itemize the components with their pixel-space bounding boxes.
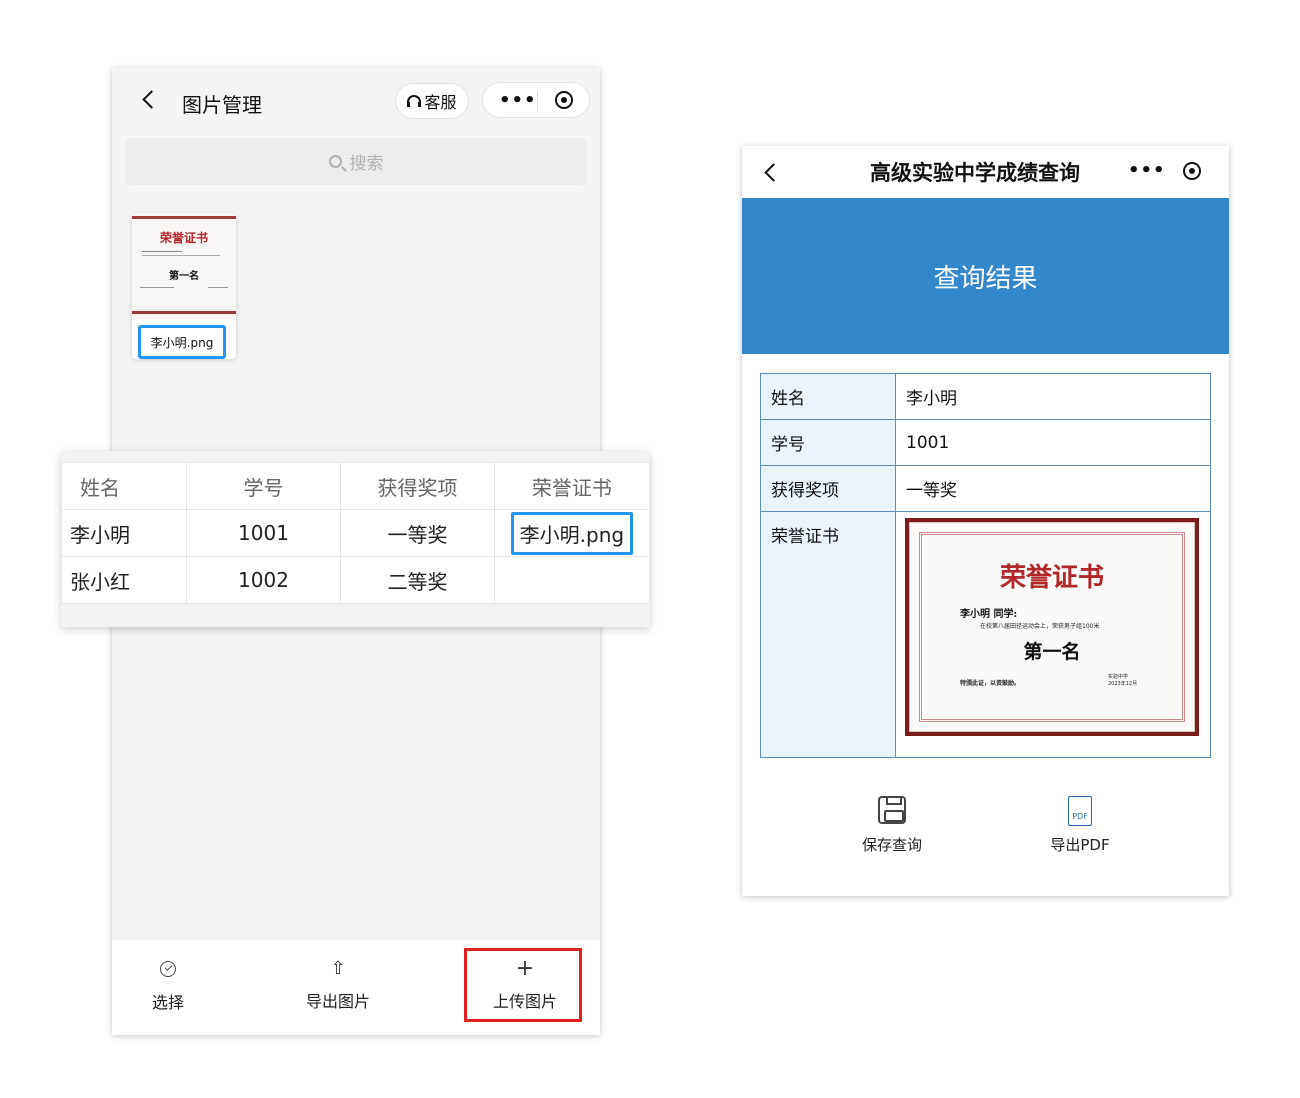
certificate-filename-highlight: 李小明.png bbox=[511, 512, 633, 555]
action-bar: 保存查询 PDF 导出PDF bbox=[742, 796, 1229, 866]
certificate-image[interactable]: 荣誉证书 李小明 同学: 在校第八届田径运动会上，荣获男子组100米 第一名 特… bbox=[905, 518, 1199, 736]
page-title: 图片管理 bbox=[182, 89, 262, 118]
back-icon[interactable] bbox=[764, 163, 782, 181]
search-icon bbox=[329, 155, 342, 168]
table-row: 获得奖项 一等奖 bbox=[761, 466, 1211, 512]
cell-certificate[interactable] bbox=[494, 557, 649, 604]
miniprogram-capsule: ••• bbox=[482, 82, 590, 118]
header-certificate: 荣誉证书 bbox=[494, 463, 649, 510]
table-row: 李小明 1001 一等奖 李小明.png bbox=[62, 510, 650, 557]
certificate-cell: 荣誉证书 李小明 同学: 在校第八届田径运动会上，荣获男子组100米 第一名 特… bbox=[896, 512, 1211, 758]
thumb-cert-rank: 第一名 bbox=[132, 267, 236, 282]
cell-student-id[interactable]: 1001 bbox=[186, 510, 340, 557]
save-query-button[interactable]: 保存查询 bbox=[852, 796, 932, 855]
cell-award[interactable]: 一等奖 bbox=[341, 510, 495, 557]
header: 图片管理 客服 ••• 搜索 bbox=[112, 68, 600, 193]
cell-name[interactable]: 李小明 bbox=[62, 510, 187, 557]
field-label: 学号 bbox=[761, 420, 896, 466]
score-query-screen: 高级实验中学成绩查询 ••• 查询结果 姓名 李小明 学号 1001 获得奖项 … bbox=[742, 146, 1229, 896]
certificate-issuer: 实验中学 bbox=[1108, 674, 1137, 681]
award-table: 姓名 学号 获得奖项 荣誉证书 李小明 1001 一等奖 李小明.png 张小红… bbox=[61, 462, 650, 604]
certificate-thumbnail: 荣誉证书 第一名 bbox=[132, 213, 236, 319]
cell-name[interactable]: 张小红 bbox=[62, 557, 187, 604]
table-row: 学号 1001 bbox=[761, 420, 1211, 466]
close-target-icon[interactable] bbox=[1183, 162, 1201, 180]
certificate-paper: 荣誉证书 李小明 同学: 在校第八届田径运动会上，荣获男子组100米 第一名 特… bbox=[909, 522, 1195, 732]
spreadsheet-overlay: 姓名 学号 获得奖项 荣誉证书 李小明 1001 一等奖 李小明.png 张小红… bbox=[61, 451, 650, 627]
cell-certificate[interactable]: 李小明.png bbox=[494, 510, 649, 557]
check-circle-icon bbox=[160, 961, 176, 977]
field-label: 荣誉证书 bbox=[761, 512, 896, 758]
page-title: 高级实验中学成绩查询 bbox=[870, 157, 1080, 187]
customer-service-button[interactable]: 客服 bbox=[395, 83, 469, 119]
thumb-cert-footer bbox=[140, 287, 228, 288]
export-pdf-label: 导出PDF bbox=[1050, 834, 1109, 855]
search-input[interactable]: 搜索 bbox=[126, 138, 586, 185]
header-award: 获得奖项 bbox=[341, 463, 495, 510]
save-icon bbox=[878, 796, 906, 824]
result-table: 姓名 李小明 学号 1001 获得奖项 一等奖 荣誉证书 荣誉证书 李小明 同学… bbox=[760, 373, 1211, 758]
bottom-toolbar: 选择 ⇧ 导出图片 + 上传图片 bbox=[112, 940, 600, 1035]
result-banner: 查询结果 bbox=[742, 198, 1229, 354]
export-pdf-button[interactable]: PDF 导出PDF bbox=[1040, 796, 1120, 855]
image-thumbnail-card[interactable]: 荣誉证书 第一名 李小明.png bbox=[132, 213, 236, 359]
share-upload-icon: ⇧ bbox=[330, 958, 345, 980]
certificate-footer: 特颁此证，以资鼓励。 bbox=[960, 678, 1020, 687]
certificate-rank: 第一名 bbox=[910, 637, 1194, 664]
certificate-date: 2023年12月 bbox=[1108, 681, 1137, 688]
header-student-id: 学号 bbox=[186, 463, 340, 510]
thumb-cert-title: 荣誉证书 bbox=[132, 229, 236, 246]
pdf-icon: PDF bbox=[1068, 796, 1092, 826]
headset-icon bbox=[407, 95, 421, 107]
certificate-recipient: 李小明 同学: bbox=[960, 605, 1017, 620]
table-row: 姓名 李小明 bbox=[761, 374, 1211, 420]
export-images-button[interactable]: ⇧ 导出图片 bbox=[298, 940, 378, 1035]
table-header-row: 姓名 学号 获得奖项 荣誉证书 bbox=[62, 463, 650, 510]
field-label: 姓名 bbox=[761, 374, 896, 420]
more-icon[interactable]: ••• bbox=[1128, 168, 1166, 174]
thumbnail-filename: 李小明.png bbox=[138, 325, 226, 359]
thumb-border-bottom bbox=[132, 311, 236, 314]
field-value: 李小明 bbox=[896, 374, 1211, 420]
banner-title: 查询结果 bbox=[933, 258, 1037, 295]
field-value: 1001 bbox=[896, 420, 1211, 466]
search-placeholder: 搜索 bbox=[350, 149, 384, 174]
close-target-icon[interactable] bbox=[555, 91, 573, 109]
table-row: 荣誉证书 荣誉证书 李小明 同学: 在校第八届田径运动会上，荣获男子组100米 … bbox=[761, 512, 1211, 758]
certificate-body: 在校第八届田径运动会上，荣获男子组100米 bbox=[980, 621, 1099, 630]
more-icon[interactable]: ••• bbox=[499, 98, 537, 104]
customer-service-label: 客服 bbox=[424, 89, 456, 113]
thumb-border-top bbox=[132, 216, 236, 219]
upload-button-highlight bbox=[464, 948, 582, 1022]
back-icon[interactable] bbox=[142, 90, 160, 108]
field-value: 一等奖 bbox=[896, 466, 1211, 512]
select-label: 选择 bbox=[152, 989, 184, 1013]
save-query-label: 保存查询 bbox=[862, 834, 922, 855]
select-button[interactable]: 选择 bbox=[140, 940, 196, 1035]
export-images-label: 导出图片 bbox=[306, 988, 370, 1012]
table-row: 张小红 1002 二等奖 bbox=[62, 557, 650, 604]
cell-award[interactable]: 二等奖 bbox=[341, 557, 495, 604]
certificate-title: 荣誉证书 bbox=[910, 557, 1194, 594]
field-label: 获得奖项 bbox=[761, 466, 896, 512]
thumb-cert-lines bbox=[142, 251, 226, 261]
capsule-divider bbox=[537, 91, 538, 111]
header-name: 姓名 bbox=[62, 463, 187, 510]
certificate-signature: 实验中学 2023年12月 bbox=[1108, 674, 1137, 688]
cell-student-id[interactable]: 1002 bbox=[186, 557, 340, 604]
